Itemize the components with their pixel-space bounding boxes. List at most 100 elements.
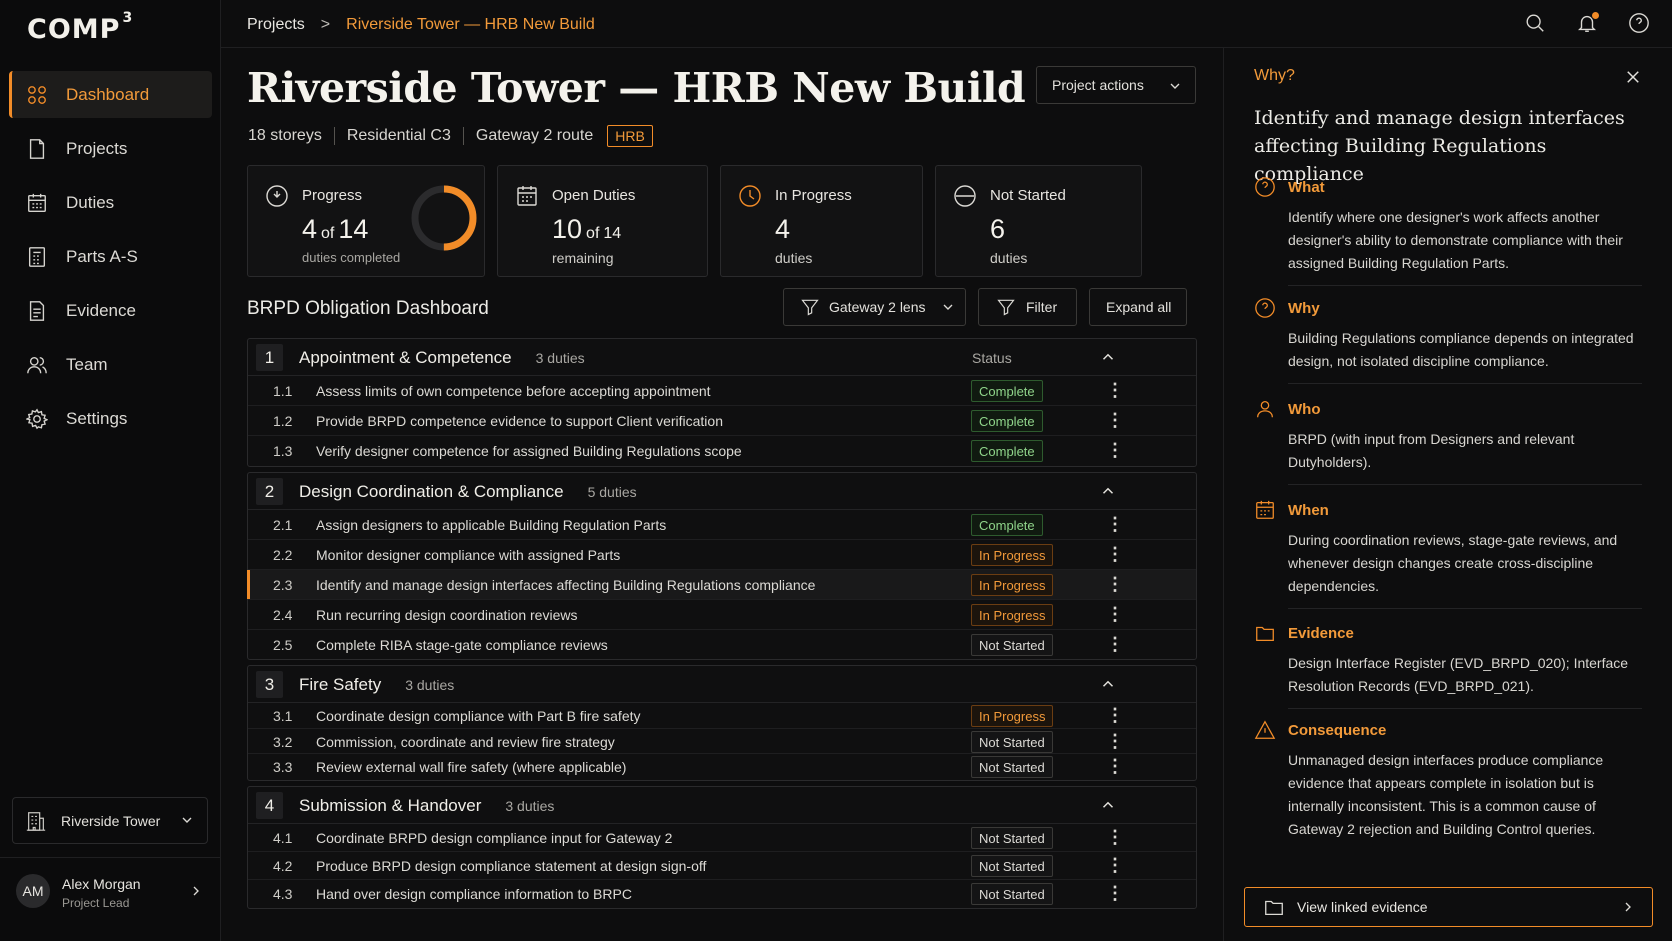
group-header[interactable]: 2 Design Coordination & Compliance 5 dutie… xyxy=(248,473,1196,510)
more-icon[interactable]: ⋮ xyxy=(1106,441,1124,459)
project-switcher[interactable]: Riverside Tower xyxy=(12,797,208,844)
user-name: Alex Morgan xyxy=(62,876,141,892)
filter-button[interactable]: Filter xyxy=(978,288,1077,326)
status-badge: Complete xyxy=(971,380,1043,402)
sidebar-item-evidence[interactable]: Evidence xyxy=(9,287,212,334)
stat-open-duties: Open Duties 10 of 14 remaining xyxy=(497,165,708,277)
section-divider xyxy=(1288,708,1642,709)
evidence-icon xyxy=(26,300,48,322)
project-actions-button[interactable]: Project actions xyxy=(1036,66,1196,104)
table-row[interactable]: 4.2 Produce BRPD design compliance statem… xyxy=(248,852,1196,880)
more-icon[interactable]: ⋮ xyxy=(1106,884,1124,902)
status-badge: In Progress xyxy=(971,574,1054,596)
sidebar-item-label: Parts A-S xyxy=(66,246,138,266)
sidebar-item-duties[interactable]: Duties xyxy=(9,179,212,226)
question-circle-icon xyxy=(1255,177,1275,197)
table-row[interactable]: 4.1 Coordinate BRPD design compliance inp… xyxy=(248,824,1196,852)
duty-number: 2.3 xyxy=(273,577,293,593)
chevron-up-icon[interactable] xyxy=(1099,348,1117,366)
stats-row: Progress 4 of 14 duties completed Open Dut… xyxy=(247,165,1142,277)
bell-icon[interactable] xyxy=(1576,12,1600,36)
duty-text: Assign designers to applicable Building … xyxy=(316,517,667,533)
breadcrumb-separator: > xyxy=(320,16,331,33)
more-icon[interactable]: ⋮ xyxy=(1106,828,1124,846)
status-badge: Not Started xyxy=(971,756,1053,778)
duty-group: 4 Submission & Handover 3 duties 4.1 Coordin… xyxy=(247,786,1197,909)
table-row[interactable]: 1.2 Provide BRPD competence evidence to s… xyxy=(248,406,1196,436)
more-icon[interactable]: ⋮ xyxy=(1106,856,1124,874)
more-icon[interactable]: ⋮ xyxy=(1106,381,1124,399)
sidebar-item-label: Duties xyxy=(66,192,115,212)
minus-circle-icon xyxy=(953,184,977,208)
table-row[interactable]: 2.4 Run recurring design coordination rev… xyxy=(248,600,1196,630)
chevron-up-icon[interactable] xyxy=(1099,675,1117,693)
breadcrumb-projects[interactable]: Projects xyxy=(247,16,305,34)
table-row[interactable]: 3.3 Review external wall fire safety (whe… xyxy=(248,754,1196,780)
chevron-down-icon xyxy=(943,304,952,310)
more-icon[interactable]: ⋮ xyxy=(1106,515,1124,533)
sidebar-item-team[interactable]: Team xyxy=(9,341,212,388)
user-profile[interactable]: AM Alex Morgan Project Lead xyxy=(0,857,221,941)
table-row[interactable]: 1.3 Verify designer competence for assign… xyxy=(248,436,1196,466)
parts-icon xyxy=(26,246,48,268)
question-circle-icon xyxy=(1255,298,1275,318)
dashboard-title: BRPD Obligation Dashboard xyxy=(247,298,489,319)
close-icon[interactable] xyxy=(1624,68,1642,86)
expand-all-button[interactable]: Expand all xyxy=(1089,288,1187,326)
duty-text: Identify and manage design interfaces af… xyxy=(316,577,816,593)
table-row[interactable]: 2.2 Monitor designer compliance with assi… xyxy=(248,540,1196,570)
stat-sub: duties completed xyxy=(302,250,401,265)
group-header[interactable]: 3 Fire Safety 3 duties xyxy=(248,666,1196,703)
status-badge: In Progress xyxy=(971,544,1054,566)
more-icon[interactable]: ⋮ xyxy=(1106,706,1124,724)
section-divider xyxy=(1288,285,1642,286)
chevron-up-icon[interactable] xyxy=(1099,796,1117,814)
lens-dropdown[interactable]: Gateway 2 lens xyxy=(783,288,966,326)
panel-section-evidence: Evidence Design Interface Register (EVD_B… xyxy=(1254,622,1642,709)
sidebar-item-parts[interactable]: Parts A-S xyxy=(9,233,212,280)
calendar-icon xyxy=(515,184,539,208)
dashboard-icon xyxy=(26,84,48,106)
table-row[interactable]: 2.1 Assign designers to applicable Buildi… xyxy=(248,510,1196,540)
table-row[interactable]: 2.5 Complete RIBA stage-gate compliance r… xyxy=(248,630,1196,659)
table-row[interactable]: 4.3 Hand over design compliance informati… xyxy=(248,880,1196,908)
lens-label: Gateway 2 lens xyxy=(829,299,926,315)
person-icon xyxy=(1257,401,1273,418)
group-number: 1 xyxy=(256,344,283,371)
more-icon[interactable]: ⋮ xyxy=(1106,757,1124,775)
section-body: Design Interface Register (EVD_BRPD_020)… xyxy=(1288,655,1629,694)
group-header[interactable]: 1 Appointment & Competence 3 duties Status xyxy=(248,339,1196,376)
sidebar-item-projects[interactable]: Projects xyxy=(9,125,212,172)
sidebar-item-settings[interactable]: Settings xyxy=(9,395,212,442)
duty-text: Commission, coordinate and review fire s… xyxy=(316,734,615,750)
more-icon[interactable]: ⋮ xyxy=(1106,732,1124,750)
group-header[interactable]: 4 Submission & Handover 3 duties xyxy=(248,787,1196,824)
more-icon[interactable]: ⋮ xyxy=(1106,545,1124,563)
sidebar-item-label: Evidence xyxy=(66,300,136,320)
progress-icon xyxy=(265,184,289,208)
table-row[interactable]: 3.2 Commission, coordinate and review fir… xyxy=(248,729,1196,754)
table-row[interactable]: 3.1 Coordinate design compliance with Par… xyxy=(248,703,1196,729)
progress-donut xyxy=(411,185,477,251)
section-heading: Consequence xyxy=(1254,719,1642,741)
view-linked-evidence-button[interactable]: View linked evidence xyxy=(1244,887,1653,927)
more-icon[interactable]: ⋮ xyxy=(1106,635,1124,653)
section-body: BRPD (with input from Designers and rele… xyxy=(1288,431,1575,470)
more-icon[interactable]: ⋮ xyxy=(1106,411,1124,429)
search-icon[interactable] xyxy=(1524,12,1548,36)
more-icon[interactable]: ⋮ xyxy=(1106,575,1124,593)
more-icon[interactable]: ⋮ xyxy=(1106,605,1124,623)
table-row[interactable]: 2.3 Identify and manage design interfaces… xyxy=(247,570,1196,600)
table-row[interactable]: 1.1 Assess limits of own competence befor… xyxy=(248,376,1196,406)
hrb-badge: HRB xyxy=(607,125,653,147)
group-number: 4 xyxy=(256,792,283,819)
brand-logo[interactable]: COMP 3 xyxy=(27,10,133,45)
sidebar-item-label: Team xyxy=(66,354,108,374)
chevron-up-icon[interactable] xyxy=(1099,482,1117,500)
section-divider xyxy=(1288,608,1642,609)
team-icon xyxy=(26,354,48,376)
group-name: Design Coordination & Compliance 5 duties xyxy=(299,482,637,501)
duty-number: 3.2 xyxy=(273,734,293,750)
help-icon[interactable] xyxy=(1628,12,1652,36)
sidebar-item-dashboard[interactable]: Dashboard xyxy=(9,71,212,118)
